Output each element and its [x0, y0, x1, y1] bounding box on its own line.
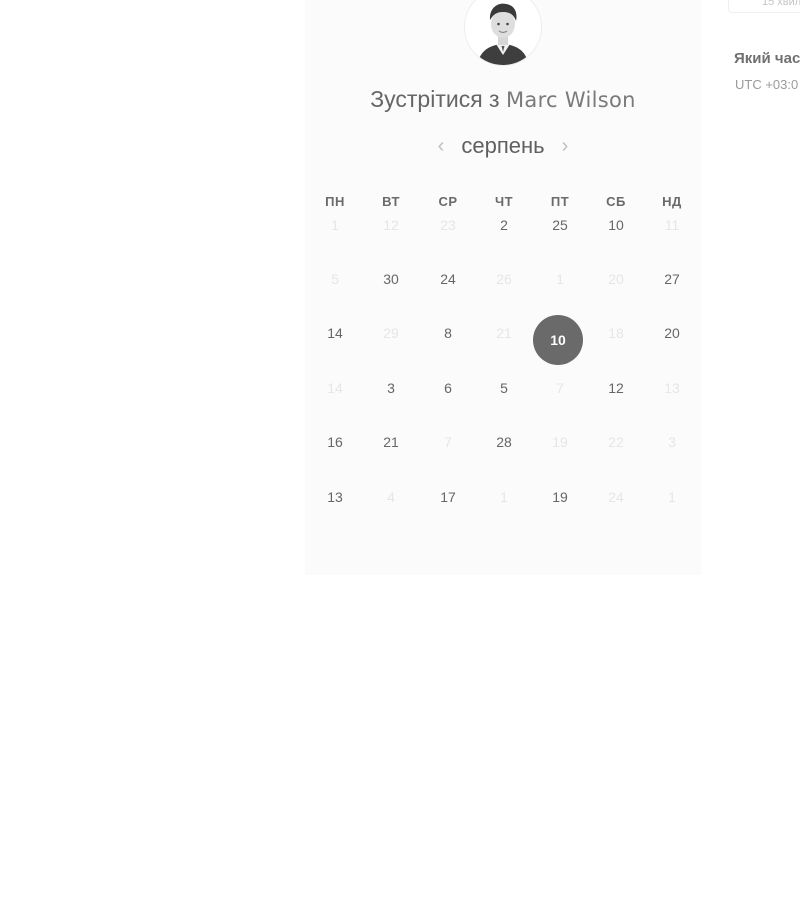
booking-page: Зустрітися з Marc Wilson ‹ серпень › ПН В…	[0, 0, 800, 900]
calendar-day: 13	[664, 380, 680, 396]
weekday-label: СБ	[606, 194, 626, 209]
calendar-day[interactable]: 6	[423, 378, 473, 398]
calendar-day: 7	[444, 434, 452, 450]
calendar-day: 26	[496, 271, 512, 287]
calendar-day: 20	[608, 271, 624, 287]
month-navigation: ‹ серпень ›	[305, 131, 701, 163]
calendar-day-selected[interactable]: 10	[533, 315, 583, 365]
calendar-day[interactable]: 20	[647, 323, 697, 343]
calendar-day[interactable]: 5	[479, 378, 529, 398]
weekday-label: ЧТ	[494, 194, 514, 209]
calendar-day: 4	[387, 489, 395, 505]
calendar-day: 7	[556, 380, 564, 396]
calendar-day: 11	[664, 217, 680, 233]
duration-label: 15 хвил	[762, 0, 800, 8]
calendar-day: 23	[440, 217, 456, 233]
calendar-day: 1	[668, 489, 676, 505]
calendar-day: 19	[552, 434, 568, 450]
month-label: серпень	[461, 133, 545, 158]
timezone-selector[interactable]: UTC +03:0	[735, 77, 798, 92]
calendar-day: 3	[668, 434, 676, 450]
calendar-day[interactable]: 25	[535, 215, 585, 235]
calendar-day[interactable]: 27	[647, 269, 697, 289]
calendar-day[interactable]: 21	[366, 432, 416, 452]
calendar-day[interactable]: 16	[310, 432, 360, 452]
calendar-day[interactable]: 28	[479, 432, 529, 452]
calendar-day[interactable]: 10	[591, 215, 641, 235]
weekday-label: ПН	[325, 194, 345, 209]
weekday-label: НД	[662, 194, 682, 209]
calendar-day: 1	[331, 217, 339, 233]
calendar-day[interactable]: 2	[479, 215, 529, 235]
person-avatar-icon	[465, 0, 541, 65]
calendar-day: 18	[608, 325, 624, 341]
calendar-day: 1	[556, 271, 564, 287]
calendar-day: 1	[500, 489, 508, 505]
calendar-day[interactable]: 8	[423, 323, 473, 343]
calendar-day[interactable]: 30	[366, 269, 416, 289]
chevron-right-icon[interactable]: ›	[556, 135, 574, 157]
calendar-day[interactable]: 3	[366, 378, 416, 398]
calendar-day[interactable]: 12	[591, 378, 641, 398]
calendar-day[interactable]: 17	[423, 487, 473, 507]
calendar-day: 21	[496, 325, 512, 341]
calendar-day: 14	[327, 380, 343, 396]
calendar-day: 24	[608, 489, 624, 505]
calendar-day: 22	[608, 434, 624, 450]
host-name: Marc Wilson	[505, 88, 636, 112]
calendar-day[interactable]: 19	[535, 487, 585, 507]
calendar-day: 29	[383, 325, 399, 341]
title-prefix: Зустрітися з	[370, 86, 500, 112]
weekday-label: СР	[438, 194, 458, 209]
calendar-day[interactable]: 14	[310, 323, 360, 343]
weekday-label: ПТ	[550, 194, 570, 209]
calendar-day[interactable]: 13	[310, 487, 360, 507]
booking-title: Зустрітися з Marc Wilson	[305, 86, 701, 113]
calendar-day: 12	[383, 217, 399, 233]
calendar-day[interactable]: 24	[423, 269, 473, 289]
timezone-question: Який час	[734, 50, 800, 67]
calendar-day: 5	[331, 271, 339, 287]
weekday-label: ВТ	[382, 194, 400, 209]
